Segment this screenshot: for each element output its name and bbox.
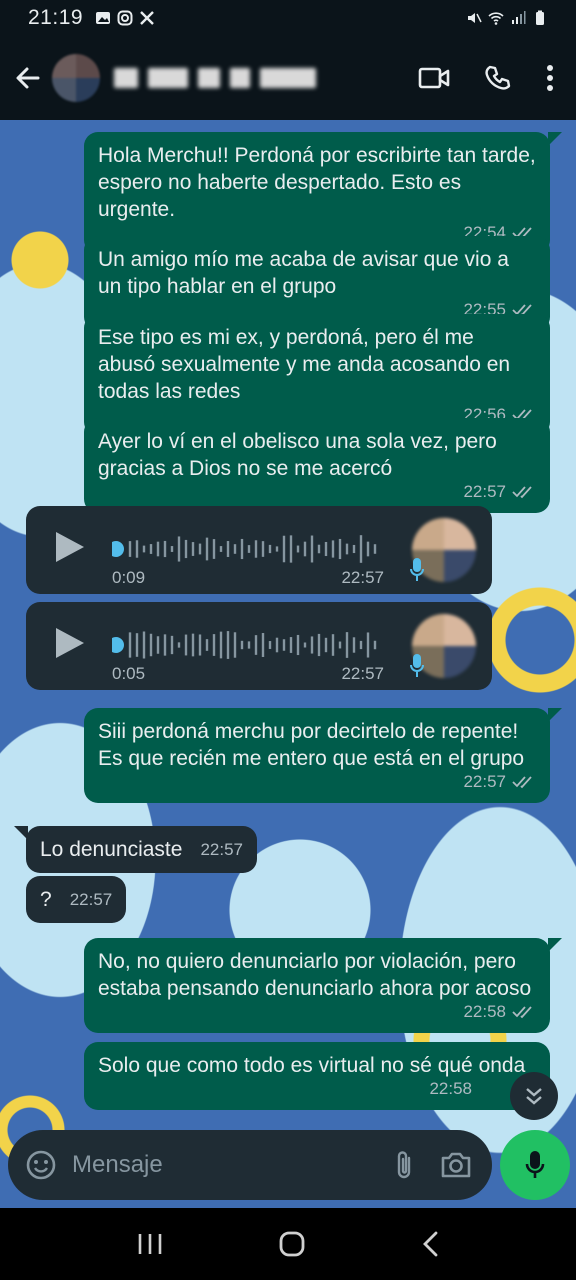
audio-waveform[interactable]	[112, 534, 380, 564]
play-icon[interactable]	[54, 626, 86, 660]
back-arrow-icon	[16, 67, 40, 89]
contact-avatar[interactable]	[52, 54, 100, 102]
redaction-block	[260, 68, 316, 88]
scroll-to-bottom-button[interactable]	[510, 1072, 558, 1120]
wifi-icon	[488, 12, 504, 25]
message-text: ?	[40, 888, 52, 911]
voice-duration: 0:05	[112, 664, 146, 683]
double-check-icon	[512, 775, 532, 788]
contact-name-redacted[interactable]	[114, 68, 326, 88]
message-bubble-outgoing[interactable]: No, no quiero denunciarlo por violación,…	[84, 938, 562, 1033]
record-voice-button[interactable]	[500, 1130, 570, 1200]
message-bubble-outgoing[interactable]: Siii perdoná merchu por decirtelo de rep…	[84, 708, 562, 803]
message-input[interactable]	[72, 1151, 332, 1179]
message-text: Lo denunciaste	[40, 838, 183, 861]
play-icon[interactable]	[54, 530, 86, 564]
gallery-notification-icon	[96, 12, 111, 24]
recent-apps-icon[interactable]	[137, 1232, 163, 1256]
voice-message[interactable]: 0:09 22:57	[26, 506, 492, 594]
message-text: Siii perdoná merchu por decirtelo de rep…	[98, 720, 525, 770]
message-text: No, no quiero denunciarlo por violación,…	[98, 950, 532, 1000]
message-time: 22:57	[463, 772, 506, 791]
message-time: 22:57	[341, 664, 384, 683]
home-icon[interactable]	[278, 1230, 306, 1258]
message-bubble-outgoing[interactable]: Ayer lo ví en el obelisco una sola vez, …	[84, 418, 550, 513]
double-check-icon	[512, 485, 532, 498]
message-time: 22:58	[463, 1002, 506, 1021]
mic-icon	[525, 1151, 545, 1178]
audio-waveform[interactable]	[112, 630, 380, 660]
redaction-block	[230, 68, 250, 88]
message-bubble-incoming[interactable]: ? 22:57	[26, 876, 127, 923]
message-time: 22:58	[429, 1079, 472, 1098]
double-chevron-down-icon	[526, 1088, 542, 1105]
voice-call-icon[interactable]	[484, 64, 512, 92]
camera-icon[interactable]	[440, 1151, 472, 1179]
double-check-icon	[512, 1005, 532, 1018]
message-input-bar	[8, 1130, 492, 1200]
video-call-icon[interactable]	[418, 66, 450, 90]
battery-icon	[536, 10, 544, 25]
message-text: Ayer lo ví en el obelisco una sola vez, …	[98, 430, 497, 480]
signal-icon	[512, 11, 526, 24]
more-options-icon[interactable]	[546, 65, 554, 91]
emoji-icon[interactable]	[26, 1150, 56, 1180]
chat-area[interactable]: Hola Merchu!! Perdoná por escribirte tan…	[0, 120, 576, 1208]
redaction-block	[148, 68, 188, 88]
status-bar: 21:19	[0, 0, 576, 36]
message-time: 22:57	[463, 482, 506, 501]
instagram-notification-icon	[117, 10, 133, 26]
mic-icon	[410, 654, 424, 677]
x-notification-icon	[140, 11, 154, 25]
back-nav-icon[interactable]	[421, 1230, 439, 1258]
message-bubble-incoming[interactable]: Lo denunciaste 22:57	[14, 826, 257, 873]
message-text: Un amigo mío me acaba de avisar que vio …	[98, 248, 509, 298]
chat-header	[0, 36, 576, 120]
redaction-block	[114, 68, 138, 88]
back-button[interactable]	[8, 58, 48, 98]
message-bubble-outgoing[interactable]: Solo que como todo es virtual no sé qué …	[84, 1042, 550, 1110]
mic-icon	[410, 558, 424, 581]
message-text: Ese tipo es mi ex, y perdoná, pero él me…	[98, 326, 511, 403]
mute-icon	[468, 13, 482, 23]
voice-message[interactable]: 0:05 22:57	[26, 602, 492, 690]
voice-duration: 0:09	[112, 568, 146, 587]
redaction-block	[198, 68, 220, 88]
message-time: 22:57	[341, 568, 384, 587]
message-time: 22:57	[69, 890, 113, 909]
status-time: 21:19	[28, 6, 84, 29]
message-time: 22:57	[200, 840, 243, 859]
android-navigation-bar	[0, 1208, 576, 1280]
message-text: Hola Merchu!! Perdoná por escribirte tan…	[98, 144, 536, 221]
attach-icon[interactable]	[394, 1150, 414, 1180]
